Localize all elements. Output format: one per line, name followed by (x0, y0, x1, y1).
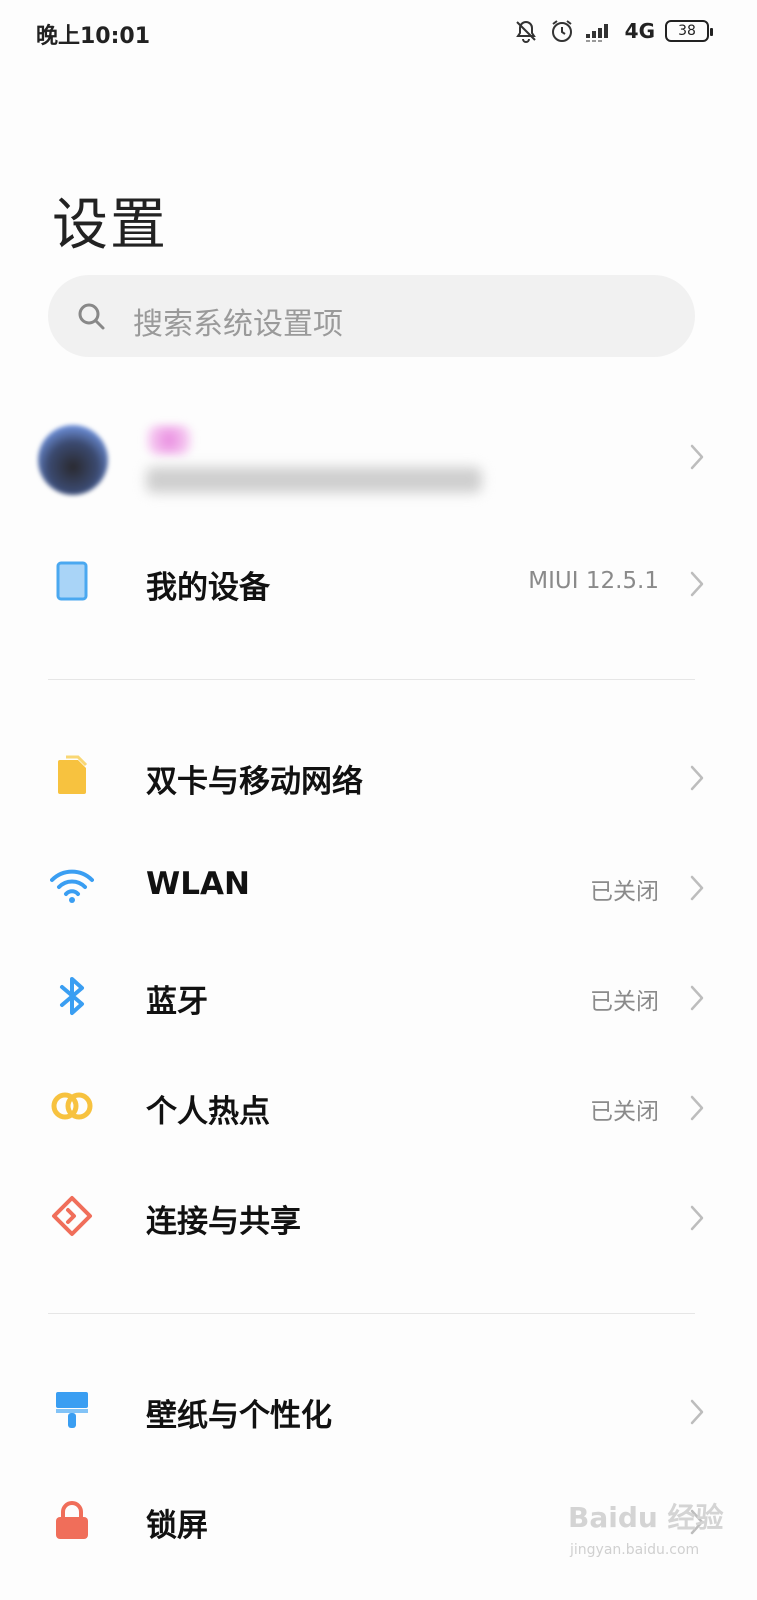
row-value: MIUI 12.5.1 (528, 568, 659, 594)
hotspot-icon (50, 1084, 94, 1128)
chevron-right-icon (689, 764, 705, 796)
account-row[interactable] (0, 405, 757, 515)
chevron-right-icon (689, 1094, 705, 1126)
lock-icon (50, 1498, 94, 1542)
account-details (146, 467, 482, 493)
battery-icon: 38 (665, 20, 713, 42)
status-icons: 4G 38 (513, 16, 713, 46)
paintbrush-icon (50, 1388, 94, 1432)
section-divider (48, 679, 695, 680)
sim-card-icon (50, 754, 94, 798)
row-label: 连接与共享 (146, 1204, 301, 1240)
row-label: 壁纸与个性化 (146, 1398, 332, 1434)
page-title: 设置 (52, 193, 168, 258)
network-type: 4G (624, 19, 655, 43)
wifi-icon (50, 864, 94, 908)
chevron-right-icon (689, 570, 705, 602)
signal-icon (585, 20, 615, 42)
row-bluetooth[interactable]: 蓝牙 已关闭 (0, 952, 757, 1042)
share-icon (50, 1194, 94, 1238)
row-value: 已关闭 (590, 1099, 659, 1125)
account-name (146, 425, 192, 455)
bluetooth-icon (50, 974, 94, 1018)
row-label: 双卡与移动网络 (146, 764, 363, 800)
search-icon (76, 301, 106, 335)
row-label: WLAN (146, 866, 250, 902)
chevron-right-icon (689, 874, 705, 906)
watermark-url: jingyan.baidu.com (570, 1542, 700, 1558)
row-label: 我的设备 (146, 570, 270, 606)
tablet-icon (50, 560, 94, 604)
row-dual-sim[interactable]: 双卡与移动网络 (0, 732, 757, 822)
row-wallpaper[interactable]: 壁纸与个性化 (0, 1366, 757, 1456)
chevron-right-icon (689, 1398, 705, 1430)
chevron-right-icon (689, 1204, 705, 1236)
chevron-right-icon (689, 443, 705, 475)
row-wlan[interactable]: WLAN 已关闭 (0, 842, 757, 932)
chevron-right-icon (689, 984, 705, 1016)
row-label: 蓝牙 (146, 984, 208, 1020)
row-hotspot[interactable]: 个人热点 已关闭 (0, 1062, 757, 1152)
section-divider (48, 1313, 695, 1314)
row-connection-sharing[interactable]: 连接与共享 (0, 1172, 757, 1262)
row-label: 个人热点 (146, 1094, 270, 1130)
bell-off-icon (513, 18, 539, 44)
search-placeholder: 搜索系统设置项 (133, 307, 343, 342)
row-my-device[interactable]: 我的设备 MIUI 12.5.1 (0, 538, 757, 628)
row-label: 锁屏 (146, 1508, 208, 1544)
avatar (38, 425, 108, 495)
status-time: 晚上10:01 (36, 24, 151, 49)
status-bar: 晚上10:01 4G 38 (0, 0, 757, 62)
alarm-icon (549, 18, 575, 44)
search-input[interactable]: 搜索系统设置项 (48, 275, 695, 357)
row-value: 已关闭 (590, 879, 659, 905)
row-value: 已关闭 (590, 989, 659, 1015)
watermark-logo: Baidu 经验 (568, 1501, 724, 1534)
